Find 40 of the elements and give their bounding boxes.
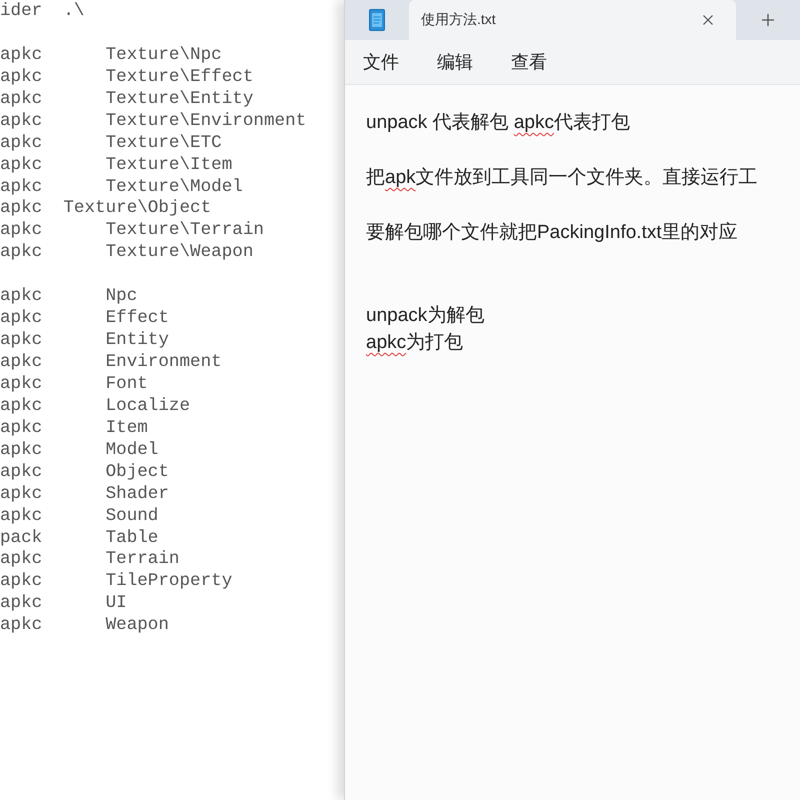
text-line: apkc Weapon — [0, 615, 169, 638]
text-line: apkc TileProperty — [0, 571, 232, 594]
text-line: apkc Object — [0, 462, 169, 484]
text-line: apkc Texture\Weapon — [0, 242, 254, 264]
menu-item[interactable]: 文件 — [353, 44, 409, 80]
menu-item[interactable]: 编辑 — [427, 44, 483, 80]
text-line: apkc Font — [0, 374, 148, 396]
text-line: apkc Environment — [0, 352, 222, 374]
text-line: apkc Npc — [0, 286, 138, 308]
text-line: apkc Shader — [0, 484, 169, 506]
notepad-icon — [369, 9, 385, 31]
text-line: apkc Texture\Effect — [0, 66, 254, 89]
text-line: apkc Texture\Environment — [0, 110, 306, 133]
document-line: apkc为打包 — [366, 331, 464, 355]
text-line: apkc Texture\Npc — [0, 44, 222, 67]
text-line: apkc Entity — [0, 330, 169, 352]
tab-title: 使用方法.txt — [421, 11, 497, 29]
menu-item[interactable]: 查看 — [501, 44, 557, 80]
close-icon — [703, 15, 713, 25]
text-line: apkc Texture\Item — [0, 154, 232, 176]
document-line: 把apk文件放到工具同一个文件夹。直接运行工 — [366, 166, 758, 190]
text-line: apkc Texture\Terrain — [0, 220, 264, 242]
document-line: unpack为解包 — [366, 304, 484, 328]
text-line: pack Table — [0, 528, 158, 550]
text-line: apkc Texture\Object — [0, 198, 212, 220]
text-line: apkc Model — [0, 440, 158, 462]
text-line: apkc UI — [0, 593, 127, 616]
text-line: ider .\ — [0, 1, 84, 23]
text-line: apkc Texture\Model — [0, 176, 243, 198]
file-tab[interactable]: 使用方法.txt — [409, 0, 736, 40]
text-line: apkc Terrain — [0, 549, 180, 572]
document-line: 要解包哪个文件就把PackingInfo.txt里的对应 — [366, 221, 738, 245]
text-line: apkc Texture\Entity — [0, 88, 254, 111]
text-line: apkc Sound — [0, 506, 158, 528]
text-line: apkc Localize — [0, 396, 190, 418]
text-line: apkc Effect — [0, 308, 169, 330]
text-line: apkc Texture\ETC — [0, 132, 222, 155]
text-line: apkc Item — [0, 418, 148, 440]
document-line: unpack 代表解包 apkc代表打包 — [366, 111, 630, 135]
plus-icon — [762, 14, 774, 26]
